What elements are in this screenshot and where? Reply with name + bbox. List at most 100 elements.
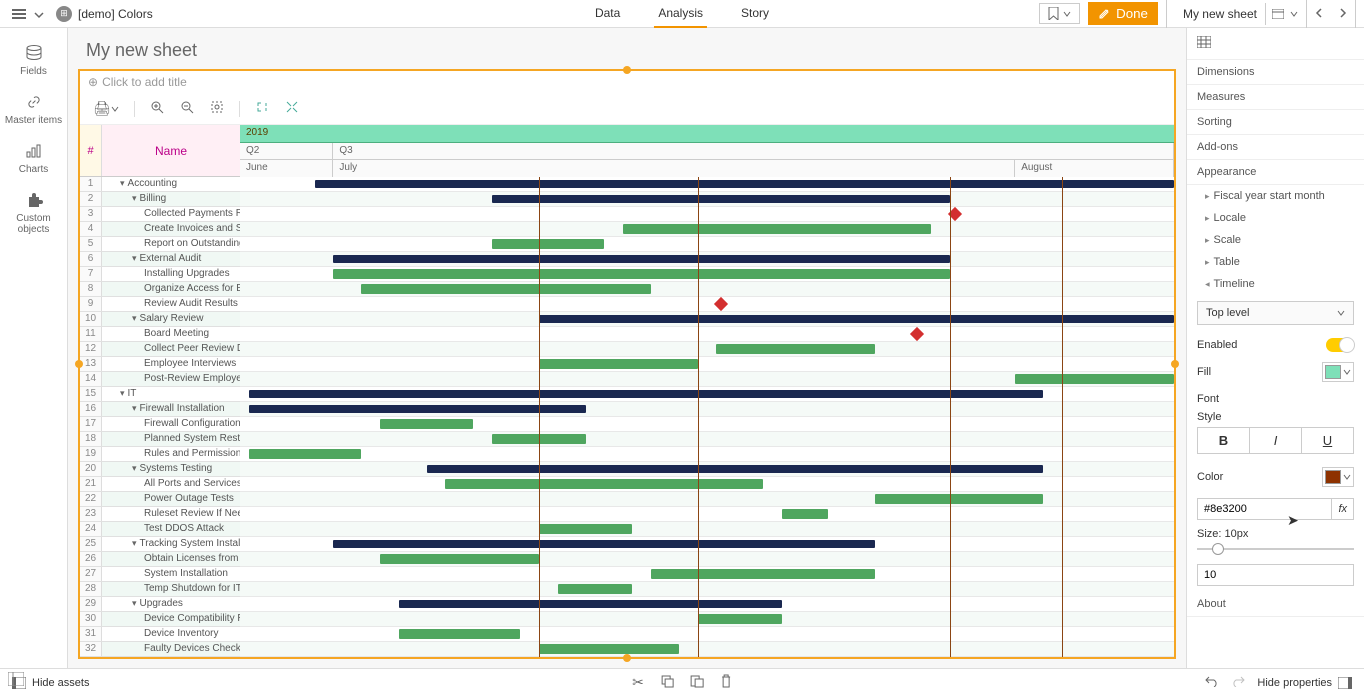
charts-tool[interactable]: Charts [0, 134, 67, 183]
table-row[interactable]: 9Review Audit Results [80, 297, 240, 312]
fx-button[interactable]: fx [1332, 498, 1354, 520]
gantt-bar[interactable] [249, 390, 1043, 398]
table-row[interactable]: 25▾Tracking System Installation [80, 537, 240, 552]
gantt-bar[interactable] [361, 284, 651, 294]
table-row[interactable]: 22Power Outage Tests [80, 492, 240, 507]
table-row[interactable]: 5Report on Outstanding Col [80, 237, 240, 252]
zoom-in-button[interactable] [145, 97, 169, 120]
gantt-bar[interactable] [716, 344, 875, 354]
gantt-bar[interactable] [539, 524, 632, 534]
bold-button[interactable]: B [1198, 428, 1250, 453]
gantt-bar[interactable] [399, 600, 782, 608]
next-sheet-button[interactable] [1331, 3, 1355, 25]
enabled-toggle[interactable] [1326, 338, 1354, 352]
print-button[interactable]: 🖨 [88, 97, 124, 120]
table-row[interactable]: 19Rules and Permissions Aud [80, 447, 240, 462]
table-row[interactable]: 28Temp Shutdown for IT Aud [80, 582, 240, 597]
table-row[interactable]: 12Collect Peer Review Data [80, 342, 240, 357]
table-row[interactable]: 20▾Systems Testing [80, 462, 240, 477]
table-row[interactable]: 31Device Inventory [80, 627, 240, 642]
table-row[interactable]: 6▾External Audit [80, 252, 240, 267]
table-row[interactable]: 17Firewall Configuration [80, 417, 240, 432]
undo-button[interactable] [1205, 675, 1219, 690]
table-row[interactable]: 13Employee Interviews [80, 357, 240, 372]
panel-appearance[interactable]: Appearance [1187, 160, 1364, 185]
expand-button[interactable] [250, 97, 274, 120]
panel-sorting[interactable]: Sorting [1187, 110, 1364, 135]
copy-button[interactable] [660, 674, 674, 691]
tab-data[interactable]: Data [591, 0, 624, 28]
gantt-bar[interactable] [380, 554, 539, 564]
fill-color-picker[interactable] [1322, 362, 1354, 382]
gantt-bar[interactable] [445, 479, 763, 489]
table-row[interactable]: 29▾Upgrades [80, 597, 240, 612]
sub-timeline[interactable]: ▾Timeline [1187, 273, 1364, 295]
table-row[interactable]: 16▾Firewall Installation [80, 402, 240, 417]
milestone-diamond[interactable] [910, 327, 924, 341]
table-row[interactable]: 24Test DDOS Attack [80, 522, 240, 537]
gantt-chart-object[interactable]: ⊕ Click to add title 🖨 # Name [78, 69, 1176, 659]
table-row[interactable]: 11Board Meeting [80, 327, 240, 342]
gantt-bar[interactable] [651, 569, 875, 579]
gantt-bar[interactable] [623, 224, 931, 234]
custom-objects-tool[interactable]: Custom objects [0, 183, 67, 243]
paste-button[interactable] [690, 674, 704, 691]
sub-table[interactable]: ▸Table [1187, 251, 1364, 273]
sheet-title[interactable]: My new sheet [78, 28, 1176, 69]
gantt-bar[interactable] [492, 239, 604, 249]
gantt-bar[interactable] [249, 449, 361, 459]
gantt-bar[interactable] [875, 494, 1043, 504]
panel-addons[interactable]: Add-ons [1187, 135, 1364, 160]
timeline-level-dropdown[interactable]: Top level [1197, 301, 1354, 325]
fit-button[interactable] [205, 97, 229, 120]
sub-fiscal-year[interactable]: ▸Fiscal year start month [1187, 185, 1364, 207]
color-hex-input[interactable] [1197, 498, 1332, 520]
delete-button[interactable] [720, 674, 732, 691]
fields-tool[interactable]: Fields [0, 36, 67, 85]
tab-story[interactable]: Story [737, 0, 773, 28]
gantt-bar[interactable] [698, 614, 782, 624]
table-row[interactable]: 8Organize Access for Extern [80, 282, 240, 297]
collapse-button[interactable] [280, 97, 304, 120]
table-row[interactable]: 4Create Invoices and Send t [80, 222, 240, 237]
zoom-out-button[interactable] [175, 97, 199, 120]
table-row[interactable]: 10▾Salary Review [80, 312, 240, 327]
hide-properties-button[interactable]: Hide properties [1257, 677, 1352, 689]
table-row[interactable]: 7Installing Upgrades [80, 267, 240, 282]
table-row[interactable]: 27System Installation [80, 567, 240, 582]
grid-icon[interactable] [1197, 36, 1211, 48]
collapse-assets-icon[interactable] [8, 672, 24, 688]
table-row[interactable]: 3Collected Payments Revie [80, 207, 240, 222]
table-row[interactable]: 23Ruleset Review If Needed [80, 507, 240, 522]
gantt-bar[interactable] [333, 255, 949, 263]
font-color-picker[interactable] [1322, 467, 1354, 487]
gantt-bar[interactable] [333, 540, 875, 548]
panel-about[interactable]: About [1187, 592, 1364, 617]
menu-button[interactable] [8, 5, 30, 23]
column-header-number[interactable]: # [80, 125, 102, 176]
gantt-bar[interactable] [333, 269, 949, 279]
table-row[interactable]: 14Post-Review Employee Int [80, 372, 240, 387]
table-row[interactable]: 1▾Accounting [80, 177, 240, 192]
column-header-name[interactable]: Name [102, 125, 240, 176]
resize-handle-left[interactable] [75, 360, 83, 368]
master-items-tool[interactable]: Master items [0, 85, 67, 134]
table-row[interactable]: 21All Ports and Services Test [80, 477, 240, 492]
panel-measures[interactable]: Measures [1187, 85, 1364, 110]
size-input[interactable] [1197, 564, 1354, 586]
gantt-bar[interactable] [539, 644, 679, 654]
underline-button[interactable]: U [1302, 428, 1353, 453]
chart-title-input[interactable]: ⊕ Click to add title [80, 71, 1174, 93]
done-button[interactable]: Done [1088, 2, 1158, 25]
gantt-bar[interactable] [1015, 374, 1174, 384]
gantt-bar[interactable] [380, 419, 473, 429]
table-row[interactable]: 26Obtain Licenses from the V [80, 552, 240, 567]
tab-analysis[interactable]: Analysis [654, 0, 707, 28]
table-row[interactable]: 30Device Compatibility Revie [80, 612, 240, 627]
redo-button[interactable] [1231, 675, 1245, 690]
gantt-bar[interactable] [539, 359, 698, 369]
table-row[interactable]: 32Faulty Devices Check [80, 642, 240, 657]
gantt-bar[interactable] [315, 180, 1174, 188]
italic-button[interactable]: I [1250, 428, 1302, 453]
milestone-diamond[interactable] [714, 297, 728, 311]
